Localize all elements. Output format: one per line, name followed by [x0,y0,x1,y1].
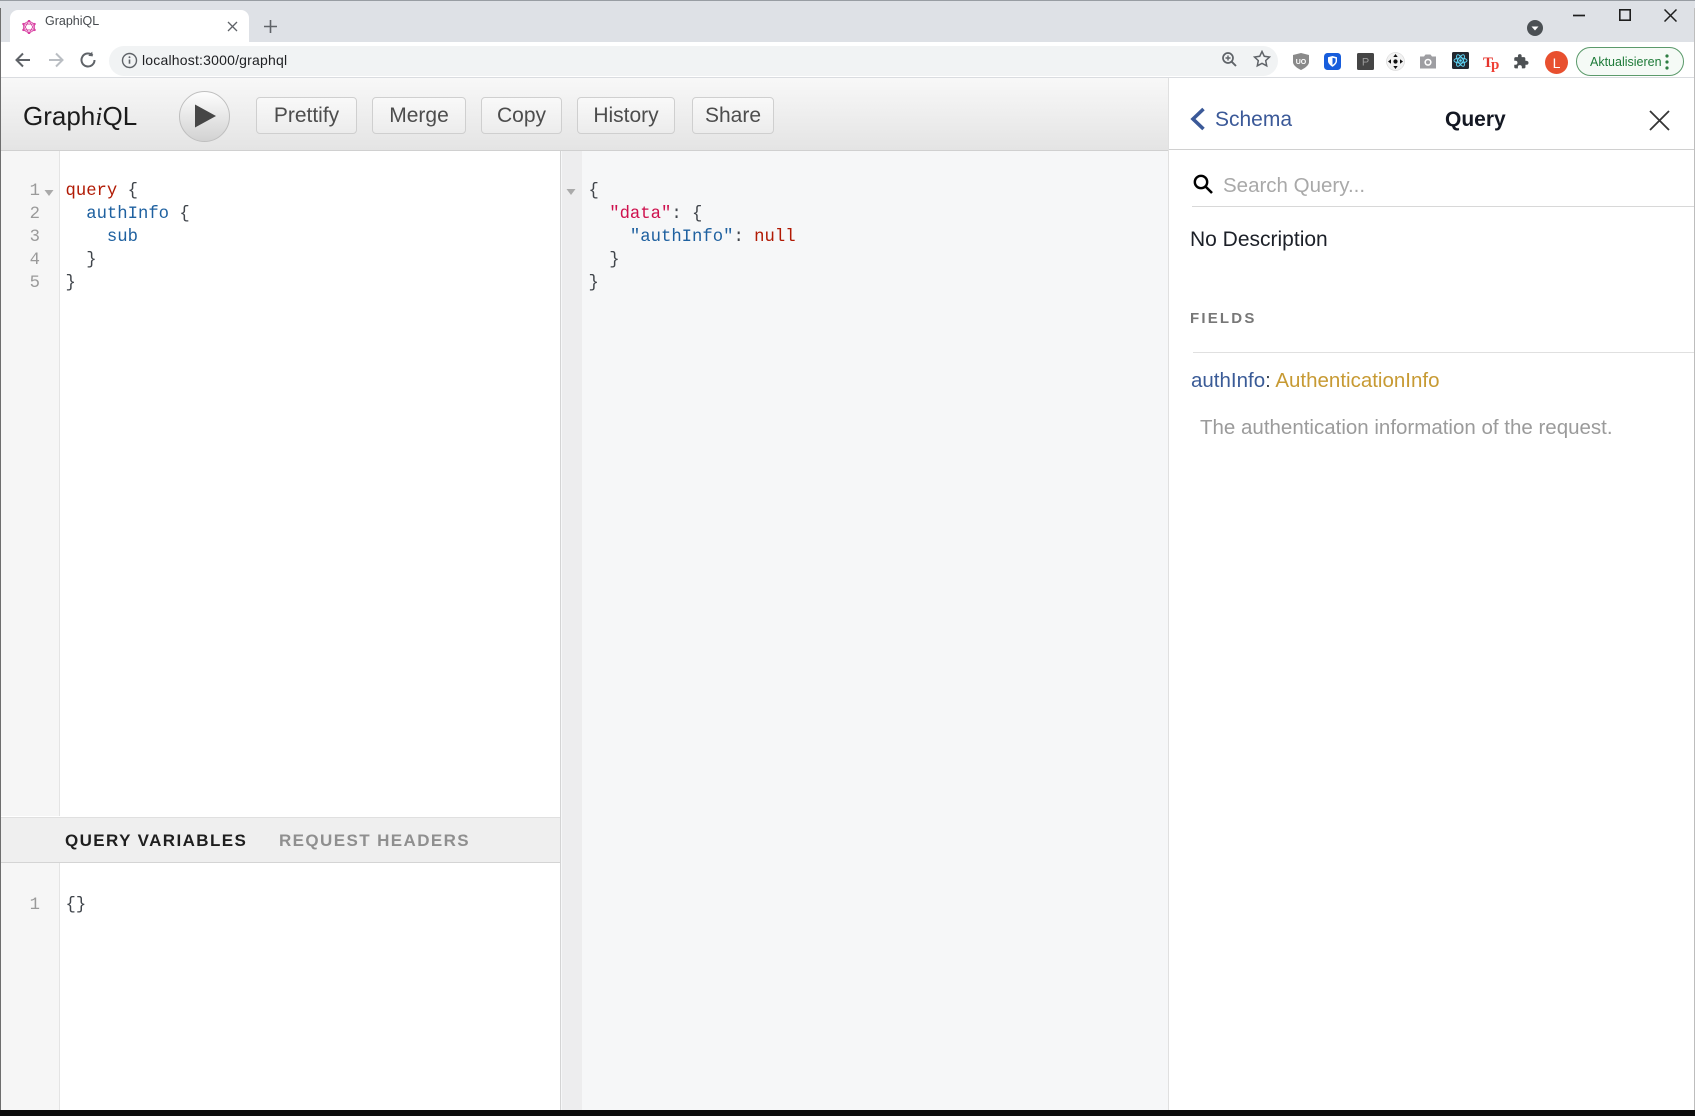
svg-text:P: P [1362,57,1369,69]
svg-text:UO: UO [1296,59,1307,66]
